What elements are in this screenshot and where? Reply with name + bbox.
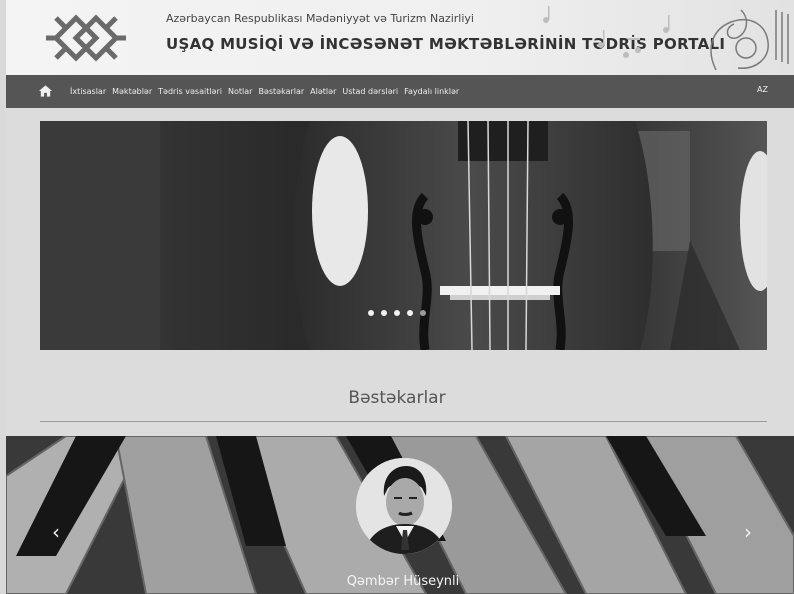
nav-item-faydali-linkler[interactable]: Faydalı linklər [404, 87, 459, 96]
composer-avatar[interactable] [356, 458, 452, 554]
language-selector[interactable]: AZ [757, 85, 768, 94]
music-notes-decoration [543, 6, 789, 71]
nav-item-tedris-vesaitleri[interactable]: Tədris vəsaitləri [158, 87, 222, 96]
slider-dots [368, 310, 433, 316]
nav-menu: İxtisaslar Məktəblər Tədris vəsaitləri N… [70, 75, 465, 108]
slider-dot[interactable] [407, 310, 413, 316]
nav-item-ustad-dersleri[interactable]: Ustad dərsləri [342, 87, 398, 96]
nav-item-aletler[interactable]: Alətlər [310, 87, 336, 96]
home-icon[interactable] [38, 84, 53, 98]
nav-item-ixtisaslar[interactable]: İxtisaslar [70, 87, 106, 96]
slider-dot[interactable] [381, 310, 387, 316]
site-header: Azərbaycan Respublikası Mədəniyyət və Tu… [6, 0, 794, 75]
nav-item-notlar[interactable]: Notlar [228, 87, 252, 96]
section-title: Bəstəkarlar [348, 388, 446, 408]
slider-dot[interactable] [368, 310, 374, 316]
carousel-next-button[interactable]: › [744, 520, 752, 544]
slider-dot[interactable] [420, 310, 426, 316]
ministry-name: Azərbaycan Respublikası Mədəniyyət və Tu… [166, 12, 474, 25]
nav-item-bestekarlar[interactable]: Bəstəkarlar [258, 87, 304, 96]
carousel-prev-button[interactable]: ‹ [52, 520, 60, 544]
composer-name[interactable]: Qəmbər Hüseynli [0, 574, 794, 589]
slider-dot[interactable] [394, 310, 400, 316]
ornament-logo-icon[interactable] [36, 6, 136, 70]
composer-portrait-image [356, 458, 452, 554]
nav-item-mektebler[interactable]: Məktəblər [112, 87, 152, 96]
main-navbar: İxtisaslar Məktəblər Tədris vəsaitləri N… [6, 75, 794, 108]
section-divider [40, 421, 767, 422]
